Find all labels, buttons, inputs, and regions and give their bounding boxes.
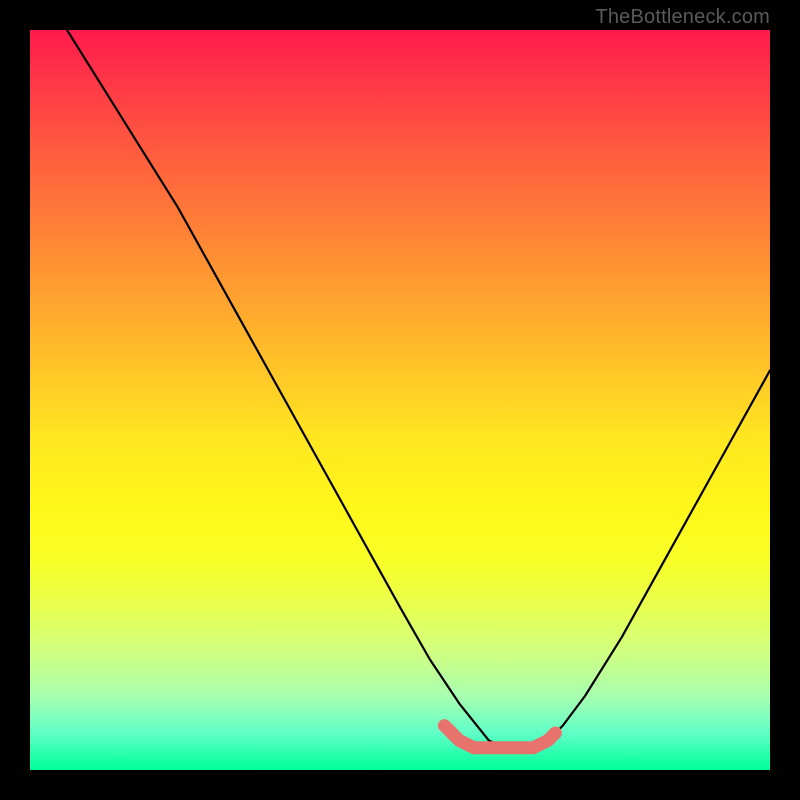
chart-container: TheBottleneck.com [0,0,800,800]
plot-area [30,30,770,770]
chart-svg [30,30,770,770]
coral-segment [444,726,555,748]
watermark-text: TheBottleneck.com [595,6,770,29]
main-curve [67,30,770,748]
